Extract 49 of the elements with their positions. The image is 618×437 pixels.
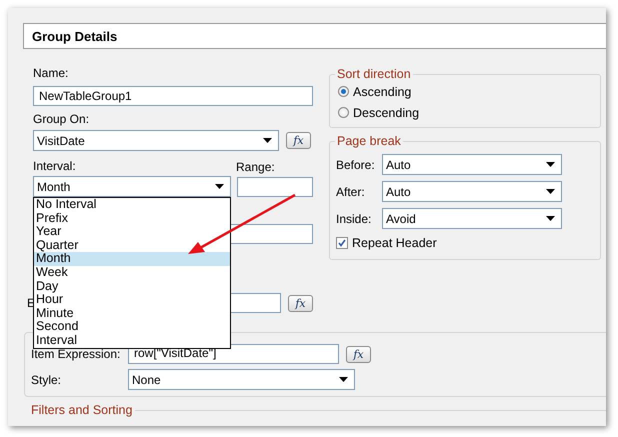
list-option[interactable]: Prefix: [34, 212, 230, 226]
caret-icon: [546, 189, 555, 194]
field-label: After:: [336, 184, 366, 198]
radio-label: Descending: [353, 106, 420, 120]
formula-button[interactable]: fx: [346, 346, 371, 362]
checkbox[interactable]: [336, 236, 348, 248]
list-option[interactable]: Day: [34, 280, 230, 294]
formula-button[interactable]: fx: [288, 294, 313, 312]
dropdown[interactable]: Auto: [382, 181, 562, 202]
input-field[interactable]: [229, 293, 281, 313]
caret-icon: [546, 216, 555, 221]
dropdown[interactable]: Month: [33, 176, 231, 197]
check-icon: [338, 238, 346, 246]
caret-icon: [263, 138, 272, 143]
field-label: Range:: [236, 160, 275, 175]
list-option[interactable]: Quarter: [34, 238, 230, 252]
group-title: Page break: [336, 134, 402, 148]
dropdown[interactable]: VisitDate: [33, 130, 279, 151]
radio-button[interactable]: [338, 107, 349, 118]
dropdown[interactable]: Auto: [382, 154, 562, 175]
group-title: Sort direction: [336, 67, 412, 81]
input-field[interactable]: [237, 177, 313, 197]
list-option[interactable]: Hour: [34, 293, 230, 307]
field-label: Item Expression:: [31, 347, 122, 361]
radio-label: Ascending: [353, 84, 412, 98]
input-field[interactable]: [230, 224, 313, 244]
group-title: Filters and Sorting: [30, 403, 134, 417]
field-label: Interval:: [33, 158, 77, 174]
list-option[interactable]: Month: [34, 252, 230, 266]
caret-icon: [546, 162, 555, 167]
dropdown[interactable]: None: [128, 369, 355, 390]
list-option[interactable]: Second: [34, 320, 230, 334]
section-header: Group Details: [23, 23, 606, 49]
field-label: Style:: [31, 372, 62, 386]
text-field[interactable]: NewTableGroup1: [33, 86, 313, 106]
dropdown[interactable]: Avoid: [382, 208, 562, 229]
formula-button[interactable]: fx: [286, 132, 311, 149]
field-label: Inside:: [336, 212, 372, 226]
list-option[interactable]: No Interval: [34, 198, 230, 212]
caret-icon: [215, 184, 224, 189]
list-option[interactable]: Minute: [34, 306, 230, 320]
list-option[interactable]: Year: [34, 225, 230, 239]
caret-icon: [339, 377, 348, 382]
list-option[interactable]: Week: [34, 266, 230, 280]
field-label: Before:: [336, 158, 376, 172]
radio-button[interactable]: [338, 86, 349, 97]
checkbox-label: Repeat Header: [352, 236, 437, 250]
field-label: Group On:: [33, 112, 90, 127]
field-label: Name:: [33, 66, 70, 81]
